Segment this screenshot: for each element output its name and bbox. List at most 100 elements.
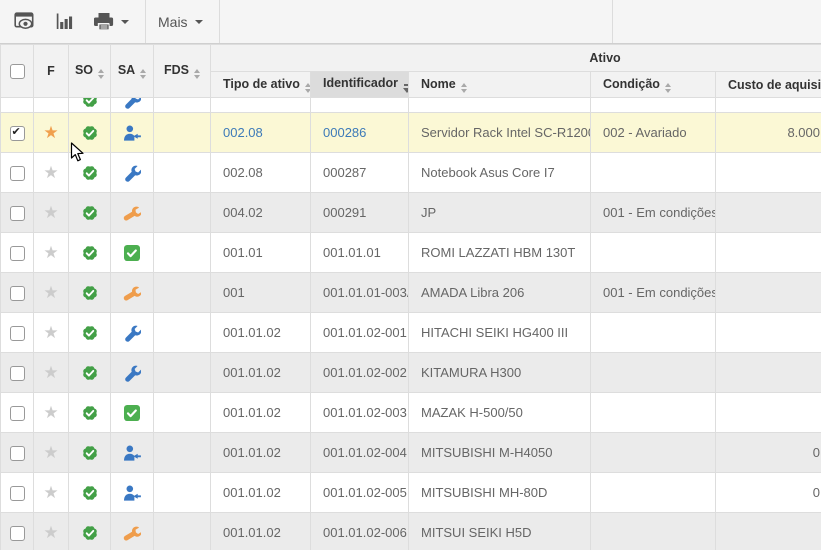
table-row[interactable]: 004.02 000291 JP 001 - Em condições	[1, 193, 821, 233]
column-header-fds[interactable]: FDS	[154, 45, 211, 98]
check-square-icon	[123, 404, 141, 422]
user-check-in-icon	[123, 124, 141, 142]
column-label: Condição	[603, 77, 660, 91]
wrench-icon	[123, 324, 141, 342]
nome-cell: Servidor Rack Intel SC-R1200	[409, 113, 591, 153]
condicao-cell: 001 - Em condições	[591, 273, 716, 313]
favorite-star-icon[interactable]	[43, 363, 58, 382]
favorite-star-icon[interactable]	[43, 483, 58, 502]
row-checkbox[interactable]	[10, 526, 25, 541]
group-label: Ativo	[589, 51, 620, 65]
sort-icon	[194, 69, 200, 79]
sort-desc-icon	[403, 84, 408, 93]
row-checkbox[interactable]	[10, 126, 25, 141]
wrench-icon	[123, 98, 141, 109]
row-checkbox[interactable]	[10, 366, 25, 381]
check-square-icon	[123, 244, 141, 262]
table-row-partial[interactable]	[1, 98, 821, 113]
column-header-custo-de-aquisicao[interactable]: Custo de aquisição	[716, 72, 821, 98]
seal-check-icon	[81, 324, 99, 342]
row-checkbox[interactable]	[10, 406, 25, 421]
identificador-cell: 000287	[311, 153, 409, 193]
column-header-sa[interactable]: SA	[111, 45, 154, 98]
table-row[interactable]: 001.01 001.01.01 ROMI LAZZATI HBM 130T	[1, 233, 821, 273]
table-row[interactable]: 001.01.02 001.01.02-002 KITAMURA H300	[1, 353, 821, 393]
user-check-in-icon	[123, 484, 141, 502]
nome-cell: MITSUBISHI MH-80D	[409, 473, 591, 513]
condicao-cell: 001 - Em condições	[591, 193, 716, 233]
column-header-favorite[interactable]: F	[34, 45, 69, 98]
column-header-tipo-de-ativo[interactable]: Tipo de ativo	[211, 72, 311, 98]
wrench-icon	[123, 364, 141, 382]
chart-button[interactable]	[49, 6, 80, 37]
identificador-cell: 001.01.01	[311, 233, 409, 273]
chevron-down-icon	[121, 20, 129, 24]
bar-chart-icon	[55, 12, 74, 31]
tipo-cell: 001.01.02	[211, 433, 311, 473]
column-label: Identificador	[323, 76, 398, 90]
favorite-star-icon[interactable]	[43, 523, 58, 542]
column-header-identificador[interactable]: Identificador	[311, 72, 409, 98]
identificador-cell: 001.01.02-002	[311, 353, 409, 393]
column-label: SO	[75, 63, 93, 77]
nome-cell: HITACHI SEIKI HG400 III	[409, 313, 591, 353]
nome-cell: KITAMURA H300	[409, 353, 591, 393]
table-row[interactable]: 001 001.01.01-003A AMADA Libra 206 001 -…	[1, 273, 821, 313]
row-checkbox[interactable]	[10, 486, 25, 501]
column-header-so[interactable]: SO	[69, 45, 111, 98]
favorite-star-icon[interactable]	[43, 123, 58, 142]
condicao-cell	[591, 473, 716, 513]
wrench-icon	[123, 164, 141, 182]
identificador-cell: 001.01.02-005	[311, 473, 409, 513]
table-row[interactable]: 002.08 000287 Notebook Asus Core I7	[1, 153, 821, 193]
condicao-cell	[591, 513, 716, 550]
table-row[interactable]: 001.01.02 001.01.02-006 MITSUI SEIKI H5D	[1, 513, 821, 550]
mais-dropdown-button[interactable]: Mais	[152, 8, 209, 36]
user-check-in-icon	[123, 444, 141, 462]
table-row[interactable]: 001.01.02 001.01.02-003 MAZAK H-500/50	[1, 393, 821, 433]
table-row[interactable]: 001.01.02 001.01.02-001 HITACHI SEIKI HG…	[1, 313, 821, 353]
identificador-cell: 000291	[311, 193, 409, 233]
table-row[interactable]: 001.01.02 001.01.02-004 MITSUBISHI M-H40…	[1, 433, 821, 473]
seal-check-icon	[81, 164, 99, 182]
select-all-checkbox[interactable]	[10, 64, 25, 79]
row-checkbox[interactable]	[10, 166, 25, 181]
favorite-star-icon[interactable]	[43, 443, 58, 462]
favorite-star-icon[interactable]	[43, 403, 58, 422]
custo-cell: 0,00	[716, 433, 821, 473]
toolbar-separator	[612, 0, 613, 43]
identificador-cell: 001.01.02-003	[311, 393, 409, 433]
favorite-star-icon[interactable]	[43, 323, 58, 342]
wrench-icon	[123, 204, 141, 222]
favorite-star-icon[interactable]	[43, 203, 58, 222]
favorite-star-icon[interactable]	[43, 243, 58, 262]
condicao-cell	[591, 313, 716, 353]
row-checkbox[interactable]	[10, 206, 25, 221]
sort-icon	[305, 83, 311, 93]
view-button[interactable]	[8, 6, 41, 37]
seal-check-icon	[81, 98, 99, 109]
column-header-nome[interactable]: Nome	[409, 72, 591, 98]
favorite-star-icon[interactable]	[43, 283, 58, 302]
table-row[interactable]: 002.08 000286 Servidor Rack Intel SC-R12…	[1, 113, 821, 153]
tipo-link[interactable]: 002.08	[223, 125, 263, 140]
column-label: F	[47, 64, 55, 78]
row-checkbox[interactable]	[10, 446, 25, 461]
column-header-condicao[interactable]: Condição	[591, 72, 716, 98]
assets-table-wrap: F SO SA FDS Ativo	[0, 44, 821, 550]
favorite-star-icon[interactable]	[43, 163, 58, 182]
print-button[interactable]	[88, 6, 135, 37]
toolbar-separator	[219, 0, 220, 43]
sort-icon	[98, 69, 104, 79]
row-checkbox[interactable]	[10, 286, 25, 301]
row-checkbox[interactable]	[10, 246, 25, 261]
custo-cell	[716, 233, 821, 273]
identificador-link[interactable]: 000286	[323, 125, 366, 140]
column-label: Nome	[421, 77, 456, 91]
group-header-ativo: Ativo	[211, 45, 821, 72]
row-checkbox[interactable]	[10, 326, 25, 341]
tipo-cell: 001.01.02	[211, 513, 311, 550]
toolbar-separator	[145, 0, 146, 43]
table-row[interactable]: 001.01.02 001.01.02-005 MITSUBISHI MH-80…	[1, 473, 821, 513]
select-all-header[interactable]	[1, 45, 34, 98]
